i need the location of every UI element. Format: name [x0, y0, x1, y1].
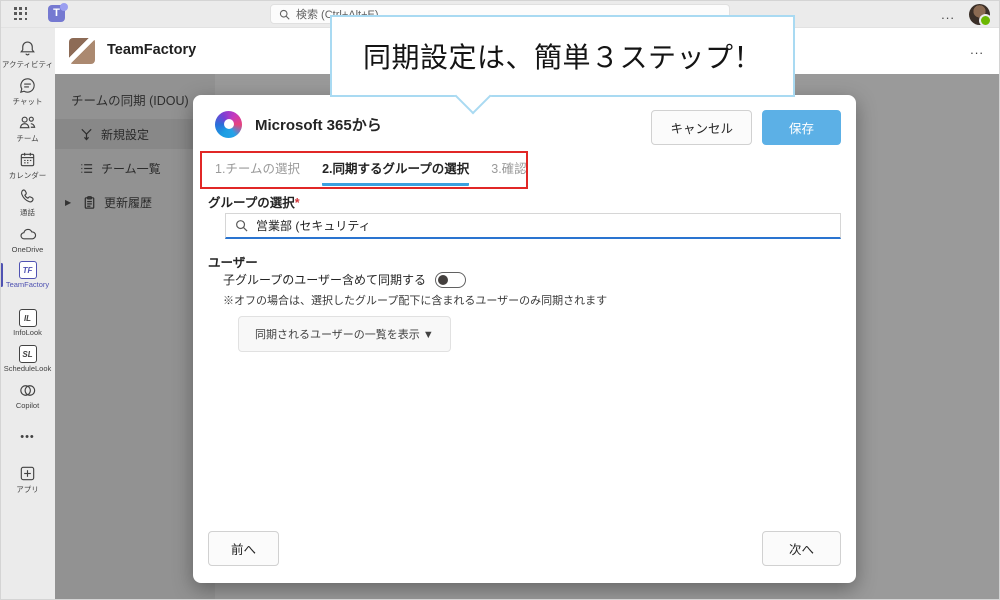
teams-logo-icon[interactable]: T	[48, 5, 65, 22]
app-launcher-icon[interactable]	[14, 7, 28, 21]
teamfactory-header-logo	[69, 38, 95, 64]
topbar-more-icon[interactable]: ...	[941, 7, 955, 22]
rail-item-apps[interactable]: アプリ	[0, 461, 55, 498]
rail-item-schedulelook[interactable]: SL ScheduleLook	[0, 341, 55, 377]
schedulelook-logo: SL	[19, 345, 37, 363]
show-synced-users-button[interactable]: 同期されるユーザーの一覧を表示 ▼	[238, 316, 451, 352]
rail-item-chat[interactable]: チャット	[0, 73, 55, 110]
teamfactory-logo: TF	[19, 261, 37, 279]
next-button[interactable]: 次へ	[762, 531, 841, 566]
cancel-button[interactable]: キャンセル	[651, 110, 752, 145]
search-icon	[235, 219, 248, 232]
cloud-icon	[18, 225, 38, 244]
rail-item-teamfactory[interactable]: TF TeamFactory	[0, 257, 55, 293]
tab-step3-confirm[interactable]: 3.確認	[491, 158, 526, 183]
toggle-off-note: ※オフの場合は、選択したグループ配下に含まれるユーザーのみ同期されます	[223, 292, 607, 308]
chat-icon	[18, 76, 37, 95]
search-icon	[279, 9, 290, 20]
save-button[interactable]: 保存	[762, 110, 841, 145]
rail-item-activity[interactable]: アクティビティ	[0, 36, 55, 73]
step-tabs: 1.チームの選択 2.同期するグループの選択 3.確認	[215, 158, 527, 186]
more-icon: •••	[20, 431, 35, 443]
avatar[interactable]	[969, 4, 990, 25]
rail-item-copilot[interactable]: Copilot	[0, 377, 55, 413]
bell-icon	[18, 39, 37, 58]
rail-item-calendar[interactable]: カレンダー	[0, 147, 55, 184]
callout-text: 同期設定は、簡単３ステップ！	[363, 36, 762, 76]
tab-step1-team-select[interactable]: 1.チームの選択	[215, 158, 300, 183]
dropdown-arrow-icon: ▼	[423, 329, 434, 341]
copilot-icon	[18, 381, 37, 400]
people-icon	[18, 113, 37, 132]
calendar-icon	[18, 150, 37, 169]
dialog-title: Microsoft 365から	[255, 114, 382, 135]
sync-settings-dialog: Microsoft 365から キャンセル 保存 1.チームの選択 2.同期する…	[193, 95, 856, 583]
tab-step2-group-select[interactable]: 2.同期するグループの選択	[322, 158, 469, 186]
rail-item-teams[interactable]: チーム	[0, 110, 55, 147]
apps-icon	[18, 464, 37, 483]
tutorial-callout: 同期設定は、簡単３ステップ！	[330, 15, 795, 97]
microsoft-365-icon	[215, 111, 242, 138]
group-input-value: 営業部 (セキュリティ	[256, 217, 371, 234]
app-header-more-icon[interactable]: ...	[970, 42, 984, 57]
app-title: TeamFactory	[107, 42, 196, 58]
rail-item-onedrive[interactable]: OneDrive	[0, 221, 55, 257]
group-select-label: グループの選択*	[208, 192, 300, 211]
app-rail: アクティビティ チャット チーム カレンダー 通話 OneDrive TF Te…	[0, 28, 55, 600]
include-subgroup-label: 子グループのユーザー含めて同期する	[223, 271, 426, 288]
infolook-logo: IL	[19, 309, 37, 327]
include-subgroup-toggle[interactable]	[435, 272, 466, 288]
rail-item-infolook[interactable]: IL InfoLook	[0, 305, 55, 341]
required-asterisk: *	[295, 196, 300, 210]
rail-item-more[interactable]: •••	[0, 419, 55, 455]
user-section-label: ユーザー	[208, 252, 258, 271]
rail-item-calls[interactable]: 通話	[0, 184, 55, 221]
phone-icon	[18, 187, 37, 206]
group-search-input[interactable]: 営業部 (セキュリティ	[225, 213, 841, 239]
prev-button[interactable]: 前へ	[208, 531, 279, 566]
